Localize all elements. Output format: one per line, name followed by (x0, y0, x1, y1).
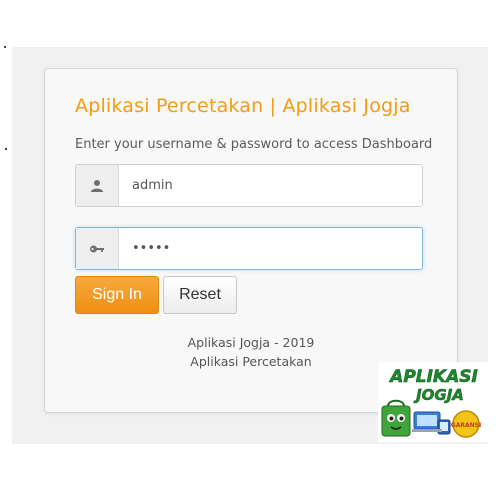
user-icon (76, 165, 119, 206)
logo-wordmark-top: APLIKASI (388, 367, 478, 387)
logo-wordmark-bottom: JOGJA (413, 386, 464, 404)
footer-copyright: Aplikasi Jogja - 2019 (187, 335, 315, 350)
aplikasi-jogja-logo: APLIKASI JOGJA GARANSI (378, 362, 490, 442)
username-field-group (75, 164, 423, 207)
reset-button[interactable]: Reset (163, 276, 237, 314)
login-instructions: Enter your username & password to access… (75, 137, 433, 152)
password-field-group (75, 227, 423, 270)
shopping-bag-mascot-icon (381, 399, 411, 437)
key-icon (76, 228, 119, 269)
stray-pixel (4, 46, 6, 48)
username-input[interactable] (119, 165, 422, 206)
badge-label: GARANSI (451, 422, 481, 429)
password-input[interactable] (119, 228, 422, 269)
stray-pixel (5, 148, 7, 150)
sign-in-button[interactable]: Sign In (75, 276, 159, 314)
page-title: Aplikasi Percetakan | Aplikasi Jogja (75, 95, 411, 117)
